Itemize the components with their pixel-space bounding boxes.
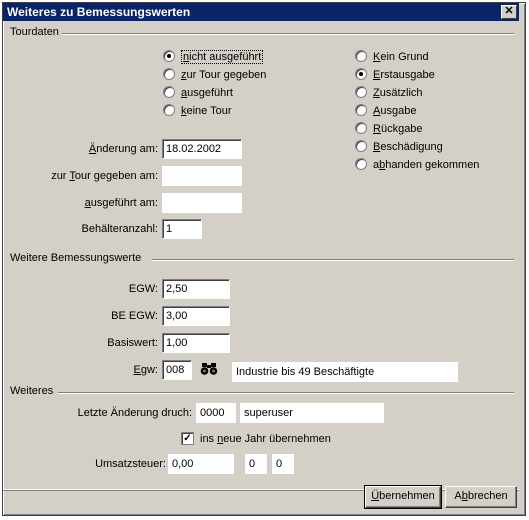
umsatzsteuer-label: Umsatzsteuer:: [95, 458, 166, 470]
radio-label: Rückgabe: [373, 123, 423, 135]
neues-jahr-checkbox[interactable]: ✓ ins neue Jahr übernehmen: [181, 431, 331, 446]
letzte-aenderung-label: Letzte Änderung druch:: [77, 407, 192, 419]
ausgefuehrt-am-label: ausgeführt am:: [84, 197, 158, 209]
radio-label: zur Tour gegeben: [181, 69, 267, 81]
umsatzsteuer-b-field: 0: [272, 454, 294, 474]
radio-dot-icon: [355, 140, 367, 153]
tourdaten-divider: [62, 33, 514, 35]
radio-dot-icon: [355, 50, 367, 63]
behaelteranzahl-label: Behälteranzahl:: [81, 223, 158, 235]
egw-description-field: Industrie bis 49 Beschäftigte: [232, 362, 458, 382]
be-egw-input[interactable]: 3,00: [162, 306, 230, 326]
radio-label: keine Tour: [181, 105, 232, 117]
weiteres-heading: Weiteres: [10, 385, 54, 397]
radio-dot-icon: [355, 122, 367, 135]
behaelteranzahl-input[interactable]: 1: [162, 219, 202, 239]
egw-code-label: Egw:: [133, 364, 158, 376]
radio-label: Ausgabe: [373, 105, 417, 117]
radio-ausgefuehrt[interactable]: ausgeführt: [163, 86, 233, 100]
radio-dot-icon: [163, 86, 175, 99]
basiswert-input[interactable]: 1,00: [162, 333, 230, 353]
binoculars-icon[interactable]: [200, 362, 218, 376]
radio-ausgabe[interactable]: Ausgabe: [355, 104, 416, 118]
radio-label: Kein Grund: [373, 51, 429, 63]
checkbox-check-icon: ✓: [181, 431, 194, 445]
radio-erstausgabe[interactable]: Erstausgabe: [355, 68, 435, 82]
uebernehmen-button[interactable]: Übernehmen: [364, 485, 442, 509]
radio-label: Erstausgabe: [373, 69, 435, 81]
bemessung-divider: [152, 259, 514, 261]
zur-tour-gegeben-am-field[interactable]: [162, 166, 242, 186]
radio-dot-icon: [355, 104, 367, 117]
tourdaten-heading: Tourdaten: [10, 26, 59, 38]
radio-dot-icon: [355, 158, 367, 171]
egw-code-input[interactable]: 008: [162, 360, 192, 380]
umsatzsteuer-a-field: 0: [245, 454, 267, 474]
radio-label: Zusätzlich: [373, 87, 423, 99]
abbrechen-button[interactable]: Abbrechen: [445, 486, 517, 508]
close-icon: ✕: [504, 5, 514, 17]
radio-label: abhanden gekommen: [373, 159, 480, 171]
radio-dot-icon: [355, 86, 367, 99]
letzte-aenderung-code-field: 0000: [196, 403, 236, 423]
ausgefuehrt-am-field[interactable]: [162, 193, 242, 213]
title-bar[interactable]: Weiteres zu Bemessungswerten ✕: [3, 3, 519, 21]
window-title: Weiteres zu Bemessungswerten: [7, 5, 191, 19]
egw-input[interactable]: 2,50: [162, 279, 230, 299]
radio-label: Beschädigung: [373, 141, 443, 153]
radio-rueckgabe[interactable]: Rückgabe: [355, 122, 423, 136]
aenderung-am-input[interactable]: 18.02.2002: [162, 139, 242, 159]
bemessung-heading: Weitere Bemessungswerte: [10, 252, 142, 264]
umsatzsteuer-value-field: 0,00: [168, 454, 234, 474]
radio-keine-tour[interactable]: keine Tour: [163, 104, 232, 118]
close-button[interactable]: ✕: [501, 5, 517, 19]
basiswert-label: Basiswert:: [107, 337, 158, 349]
neues-jahr-checkbox-label: ins neue Jahr übernehmen: [200, 433, 331, 445]
radio-label: ausgeführt: [181, 87, 233, 99]
radio-beschaedigung[interactable]: Beschädigung: [355, 140, 443, 154]
radio-dot-icon: [163, 68, 175, 81]
radio-abhanden-gekommen[interactable]: abhanden gekommen: [355, 158, 479, 172]
radio-zur-tour-gegeben[interactable]: zur Tour gegeben: [163, 68, 266, 82]
radio-zusaetzlich[interactable]: Zusätzlich: [355, 86, 423, 100]
button-bar-divider: [3, 490, 519, 510]
radio-dot-icon: [163, 104, 175, 117]
be-egw-label: BE EGW:: [111, 310, 158, 322]
zur-tour-gegeben-am-label: zur Tour gegeben am:: [51, 170, 158, 182]
radio-dot-icon: [163, 50, 175, 63]
radio-dot-icon: [355, 68, 367, 81]
aenderung-am-label: Änderung am:: [88, 143, 158, 155]
letzte-aenderung-user-field: superuser: [240, 403, 384, 423]
weiteres-divider: [58, 392, 514, 394]
radio-label: nicht ausgeführt: [181, 50, 264, 64]
radio-nicht-ausgefuehrt[interactable]: nicht ausgeführt: [163, 50, 264, 64]
radio-kein-grund[interactable]: Kein Grund: [355, 50, 429, 64]
egw-label: EGW:: [128, 283, 158, 295]
